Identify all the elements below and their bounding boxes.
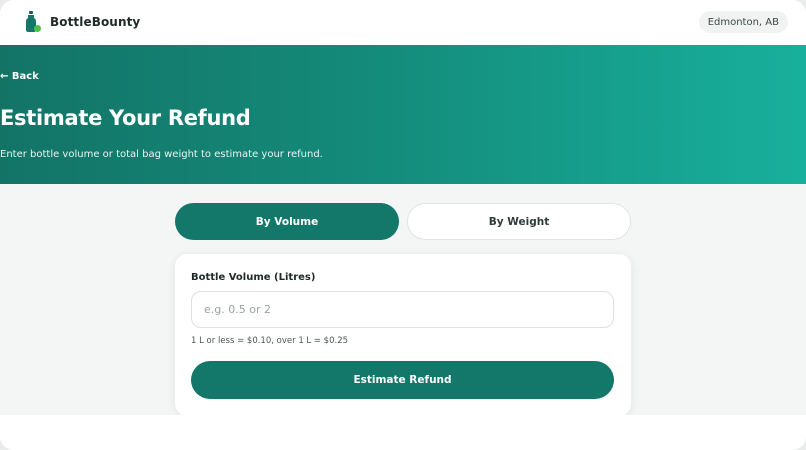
main-content: By Volume By Weight Bottle Volume (Litre… (0, 184, 806, 416)
refund-rate-hint: 1 L or less = $0.10, over 1 L = $0.25 (191, 336, 349, 346)
brand[interactable]: BottleBounty (24, 11, 140, 33)
bottle-logo-icon (24, 11, 42, 33)
app-window: BottleBounty Edmonton, AB ← Back Estimat… (0, 0, 806, 450)
brand-name: BottleBounty (50, 15, 141, 29)
estimate-refund-button[interactable]: Estimate Refund (191, 361, 614, 399)
page-title: Estimate Your Refund (0, 106, 251, 130)
page-subtitle: Enter bottle volume or total bag weight … (0, 149, 323, 160)
back-link[interactable]: ← Back (0, 71, 39, 82)
top-bar: BottleBounty Edmonton, AB (0, 0, 806, 45)
location-badge[interactable]: Edmonton, AB (698, 11, 788, 33)
volume-field-label: Bottle Volume (Litres) (191, 272, 316, 283)
tab-by-volume[interactable]: By Volume (175, 203, 399, 240)
volume-input[interactable] (191, 291, 614, 328)
page-footer-area (0, 415, 806, 450)
estimate-card: Bottle Volume (Litres) 1 L or less = $0.… (175, 254, 631, 416)
tab-by-weight[interactable]: By Weight (407, 203, 631, 240)
hero-banner: ← Back Estimate Your Refund Enter bottle… (0, 45, 806, 184)
